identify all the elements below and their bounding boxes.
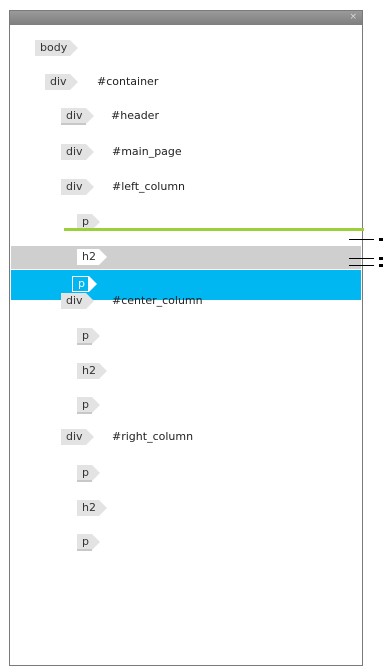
tag-label: body [35,40,79,56]
tag-label: h2 [77,249,107,265]
tree-node-h2-hover[interactable]: h2 [11,246,361,269]
node-id-label: #center_column [112,294,203,307]
callout-marker-a [379,238,383,241]
node-id-label: #container [97,75,159,88]
tag-label: div [61,179,93,195]
tree-node-p[interactable]: p [10,325,362,347]
tree-node-main-page[interactable]: div #main_page [10,141,362,163]
tree-node-p[interactable]: p [10,394,362,416]
tree-node-h2[interactable]: h2 [10,360,362,382]
callout-marker-b [379,257,383,260]
tree-node-container[interactable]: div #container [10,71,362,93]
node-id-label: #right_column [112,430,194,443]
tree-node-left-column[interactable]: div #left_column [10,176,362,198]
callout-marker-c [379,264,383,267]
tree-node-h2[interactable]: h2 [10,497,362,519]
callout-line-a [349,239,374,240]
tree-node-p[interactable]: p [10,462,362,484]
tag-label: div [61,293,93,309]
tree-node-center-column[interactable]: div #center_column [10,290,362,312]
tree-node-header[interactable]: div #header [10,105,362,127]
tag-label: p [77,328,100,345]
drop-indicator-line [64,228,364,231]
tag-label: h2 [77,363,107,379]
callout-line-c [349,265,374,266]
tag-label: h2 [77,500,107,516]
tag-label: div [45,74,77,90]
node-id-label: #left_column [112,180,186,193]
dom-tree-panel: × body div #container div #header div #m… [9,10,363,666]
tag-label: div [61,429,93,445]
node-id-label: #header [111,109,159,122]
close-icon[interactable]: × [349,12,357,23]
tag-label: div [61,144,93,160]
tag-label: p [77,465,100,482]
tree-node-right-column[interactable]: div #right_column [10,426,362,448]
node-id-label: #main_page [112,145,182,158]
callout-line-b [349,258,374,259]
panel-titlebar[interactable]: × [10,11,362,25]
tag-label: p [77,534,100,551]
tag-label: p [77,397,100,414]
tree-node-p[interactable]: p [10,531,362,553]
tag-label: div [61,108,93,125]
tree-node-body[interactable]: body [10,37,362,59]
